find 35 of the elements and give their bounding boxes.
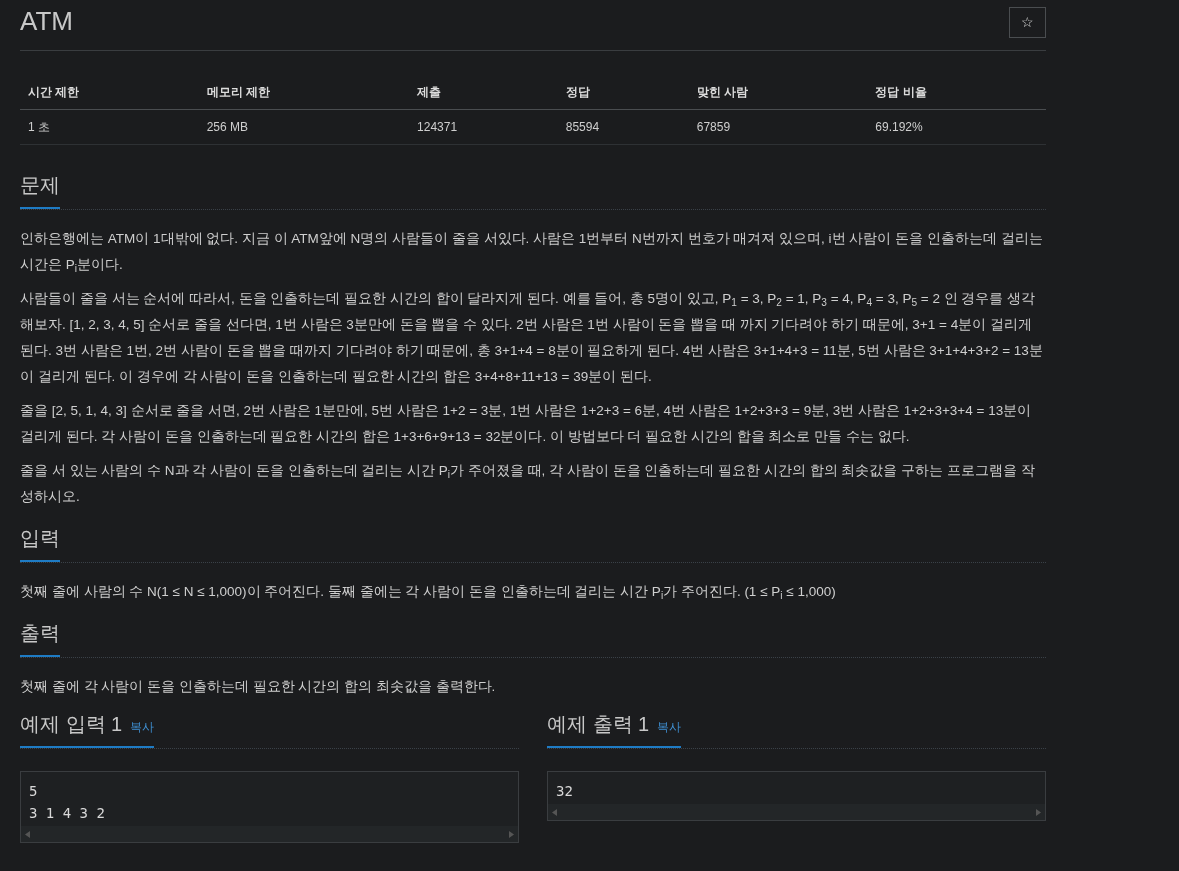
table-cell: 85594 — [557, 109, 689, 145]
left-arrow-icon[interactable] — [25, 830, 30, 838]
table-cell: 1 초 — [20, 109, 199, 145]
paragraph: 줄을 [2, 5, 1, 4, 3] 순서로 줄을 서면, 2번 사람은 1분만에, 5번 사람은 1+2 = 3분, 1번 사람은 1+2+3 = 6분, 4번 사람은 1+2+3+3 = 9분, 3번 사람은 1+2+3+3+4 = 13분이 걸리게 된다. 각 사람이 돈을 인출하는데 필요한 시간의 합은 1+3+6+9+13 = 32분이다. 이 방법보다 더 필요한 시간의 합을 최소로 만들 수는 없다. — [20, 402, 1033, 446]
paragraph: 첫째 줄에 각 사람이 돈을 인출하는데 필요한 시간의 합의 최솟값을 출력한다. — [20, 678, 497, 696]
sample-code: 5 3 1 4 3 2 — [28, 782, 106, 823]
column-header: 정답 비율 — [867, 75, 1046, 110]
paragraph: 줄을 서 있는 사람의 수 N과 각 사람이 돈을 인출하는데 걸리는 시간 P$_{i}$가 주어졌을 때, 각 사람이 돈을 인출하는데 필요한 시간의 합의 최솟값을 구하는 프로그램을 작성하시오. — [20, 462, 1036, 506]
column-header: 정답 — [557, 75, 689, 110]
section-heading: 출력 — [20, 619, 60, 657]
sample-heading: 예제 출력 1 — [547, 712, 650, 737]
copy-link[interactable]: 복사 — [130, 718, 155, 736]
sample-code: 32 — [555, 782, 574, 801]
table-cell: 67859 — [688, 109, 868, 145]
sample-heading: 예제 입력 1 — [20, 712, 123, 737]
left-arrow-icon[interactable] — [552, 808, 557, 816]
right-arrow-icon[interactable] — [509, 830, 514, 838]
paragraph: 사람들이 줄을 서는 순서에 따라서, 돈을 인출하는데 필요한 시간의 합이 달라지게 된다. 예를 들어, 총 5명이 있고, P$_{1}$ = 3, P$_{2}$ = 1, P$_{3}$ = 4, P$_{4}$ = 3, P$_{5}$ = 2 인 경우를 생각해보자. [1, 2, 3, 4, 5] 순서로 줄을 선다면, 1번 사람은 3분만에 돈을 뽑을 수 있다. 2번 사람은 1번 사람이 돈을 뽑을 때 까지 기다려야 하기 때문에, 3+1 = 4분이 걸리게 된다. 3번 사람은 1번, 2번 사람이 돈을 뽑을 때까지 기다려야 하기 때문에, 총 3+1+4 = 8분이 필요하게 된다. 4번 사람은 3+1+4+3 = 11분, 5번 사람은 3+1+4+3+2 = 13분이 걸리게 된다. 이 경우에 각 사람이 돈을 인출하는데 필요한 시간의 합은 3+4+8+11+13 = 39분이 된다. — [20, 290, 1044, 386]
column-header: 시간 제한 — [20, 75, 199, 110]
table-cell: 124371 — [409, 109, 558, 145]
star-button[interactable]: ☆ — [1009, 7, 1046, 38]
column-header: 맞힌 사람 — [688, 75, 868, 110]
paragraph: 인하은행에는 ATM이 1대밖에 없다. 지금 이 ATM앞에 N명의 사람들이 줄을 서있다. 사람은 1번부터 N번까지 번호가 매겨져 있으며, i번 사람이 돈을 인출하는데 걸리는 시간은 P$_{i}$분이다. — [20, 230, 1044, 276]
section-heading: 입력 — [20, 524, 60, 562]
problem-title: ATM — [20, 5, 73, 38]
horizontal-scrollbar[interactable] — [548, 804, 1045, 820]
column-header: 메모리 제한 — [198, 75, 410, 110]
paragraph: 첫째 줄에 사람의 수 N(1 ≤ N ≤ 1,000)이 주어진다. 둘째 줄에는 각 사람이 돈을 인출하는데 걸리는 시간 P$_{i}$가 주어진다. (1 ≤ P$_{i}$ ≤ 1,000) — [20, 583, 837, 603]
table-cell: 256 MB — [198, 109, 410, 145]
horizontal-scrollbar[interactable] — [21, 826, 518, 842]
copy-link[interactable]: 복사 — [657, 718, 682, 736]
section-heading: 문제 — [20, 171, 60, 209]
right-arrow-icon[interactable] — [1036, 808, 1041, 816]
column-header: 제출 — [409, 75, 558, 110]
table-cell: 69.192% — [867, 109, 1046, 145]
